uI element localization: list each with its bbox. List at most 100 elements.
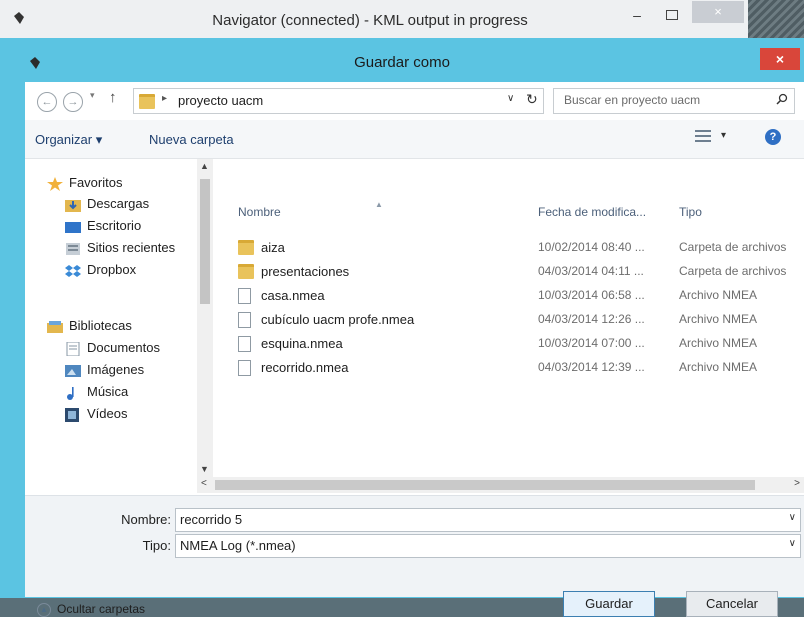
dialog-close-button[interactable]: × xyxy=(760,48,800,70)
close-button[interactable]: × xyxy=(692,1,744,23)
nav-dropbox[interactable]: Dropbox xyxy=(65,262,136,278)
desktop-icon xyxy=(65,221,81,233)
new-folder-button[interactable]: Nueva carpeta xyxy=(149,132,234,147)
nav-music[interactable]: Música xyxy=(65,384,128,400)
command-toolbar: Organizar ▾ Nueva carpeta ▾ ? xyxy=(25,120,804,159)
forward-button[interactable]: → xyxy=(63,92,83,112)
folder-icon xyxy=(238,264,254,279)
file-date: 10/03/2014 06:58 ... xyxy=(538,288,645,302)
file-date: 04/03/2014 12:26 ... xyxy=(538,312,645,326)
column-header-date[interactable]: Fecha de modifica... xyxy=(538,205,646,219)
up-one-level-button[interactable]: ↑ xyxy=(109,89,117,106)
file-type: Carpeta de archivos xyxy=(679,240,787,254)
documents-icon xyxy=(66,341,80,356)
nav-libraries[interactable]: Bibliotecas xyxy=(47,318,132,334)
file-date: 04/03/2014 04:11 ... xyxy=(538,264,644,278)
cancel-button[interactable]: Cancelar xyxy=(686,591,778,617)
file-row[interactable]: aiza 10/02/2014 08:40 ... Carpeta de arc… xyxy=(238,237,804,260)
dropbox-icon xyxy=(65,264,81,277)
dialog-titlebar: Guardar como × xyxy=(0,42,804,82)
filename-value: recorrido 5 xyxy=(180,512,243,527)
file-date: 10/03/2014 07:00 ... xyxy=(538,336,645,350)
save-as-dialog: Guardar como × ← → ▾ ↑ ▸ proyecto uacm ∨… xyxy=(0,38,804,617)
search-icon[interactable] xyxy=(776,93,788,105)
nav-recent-places[interactable]: Sitios recientes xyxy=(65,240,175,256)
address-row: ← → ▾ ↑ ▸ proyecto uacm ∨ ↻ Buscar en pr… xyxy=(25,82,804,120)
nav-documents[interactable]: Documentos xyxy=(65,340,160,356)
column-header-name[interactable]: Nombre xyxy=(238,205,281,219)
minimize-button[interactable]: – xyxy=(625,6,649,24)
filetype-value: NMEA Log (*.nmea) xyxy=(180,538,296,553)
document-icon xyxy=(238,288,251,304)
file-date: 10/02/2014 08:40 ... xyxy=(538,240,645,254)
file-type: Carpeta de archivos xyxy=(679,264,787,278)
filetype-label: Tipo: xyxy=(142,538,171,553)
search-input[interactable]: Buscar en proyecto uacm xyxy=(553,88,795,114)
folder-icon xyxy=(139,94,155,109)
nav-desktop-label: Escritorio xyxy=(87,218,142,233)
file-type: Archivo NMEA xyxy=(679,288,758,302)
scroll-down-icon[interactable]: ▼ xyxy=(200,464,209,474)
chevron-down-icon[interactable]: ∨ xyxy=(789,538,796,549)
nav-videos[interactable]: Vídeos xyxy=(65,406,127,422)
nav-pictures-label: Imágenes xyxy=(87,362,145,377)
nav-recent-places-label: Sitios recientes xyxy=(87,240,176,255)
pictures-icon xyxy=(65,364,81,377)
breadcrumb-separator: ▸ xyxy=(162,93,168,104)
nav-libraries-label: Bibliotecas xyxy=(69,318,132,333)
recent-places-icon xyxy=(66,242,80,255)
address-bar[interactable]: ▸ proyecto uacm ∨ ↻ xyxy=(133,88,544,114)
file-name: presentaciones xyxy=(261,264,350,279)
downloads-folder-icon xyxy=(65,199,81,212)
document-icon xyxy=(238,360,251,376)
file-name: esquina.nmea xyxy=(261,336,343,351)
nav-videos-label: Vídeos xyxy=(87,406,128,421)
file-type: Archivo NMEA xyxy=(679,312,758,326)
file-row[interactable]: presentaciones 04/03/2014 04:11 ... Carp… xyxy=(238,261,804,284)
file-row[interactable]: esquina.nmea 10/03/2014 07:00 ... Archiv… xyxy=(238,333,804,356)
document-icon xyxy=(238,312,251,328)
nav-dropbox-label: Dropbox xyxy=(87,262,137,277)
back-button[interactable]: ← xyxy=(37,92,57,112)
nav-pane-scrollbar[interactable]: ▲ ▼ xyxy=(197,159,213,484)
scroll-left-icon[interactable]: < xyxy=(201,478,207,489)
recent-locations-dropdown[interactable]: ▾ xyxy=(90,90,95,101)
breadcrumb-current[interactable]: proyecto uacm xyxy=(178,93,263,108)
filetype-select[interactable]: NMEA Log (*.nmea) ∨ xyxy=(175,534,801,558)
scroll-up-icon[interactable]: ▲ xyxy=(200,161,209,171)
hide-folders-button[interactable]: ▲ Ocultar carpetas xyxy=(37,602,145,617)
file-date: 04/03/2014 12:39 ... xyxy=(538,360,645,374)
file-row[interactable]: cubículo uacm profe.nmea 04/03/2014 12:2… xyxy=(238,309,804,332)
star-icon xyxy=(47,176,63,191)
nav-desktop[interactable]: Escritorio xyxy=(65,218,141,234)
scrollbar-thumb[interactable] xyxy=(200,179,210,304)
dialog-body: ← → ▾ ↑ ▸ proyecto uacm ∨ ↻ Buscar en pr… xyxy=(25,82,804,617)
collapse-arrow-icon: ▲ xyxy=(37,602,51,617)
file-name: cubículo uacm profe.nmea xyxy=(261,312,415,327)
view-dropdown[interactable]: ▾ xyxy=(721,130,726,141)
search-placeholder: Buscar en proyecto uacm xyxy=(564,93,701,107)
save-button[interactable]: Guardar xyxy=(563,591,655,617)
filename-input[interactable]: recorrido 5 ∨ xyxy=(175,508,801,532)
scroll-right-icon[interactable]: > xyxy=(794,478,800,489)
chevron-down-icon[interactable]: ∨ xyxy=(507,93,514,104)
videos-icon xyxy=(65,407,79,422)
nav-pictures[interactable]: Imágenes xyxy=(65,362,144,378)
maximize-button[interactable] xyxy=(660,6,684,24)
folder-icon xyxy=(238,240,254,255)
help-icon[interactable]: ? xyxy=(765,129,781,145)
save-form: Nombre: recorrido 5 ∨ Tipo: NMEA Log (*.… xyxy=(25,495,804,617)
nav-downloads[interactable]: Descargas xyxy=(65,196,149,212)
scrollbar-thumb[interactable] xyxy=(215,480,755,490)
file-row[interactable]: recorrido.nmea 04/03/2014 12:39 ... Arch… xyxy=(238,357,804,380)
refresh-icon[interactable]: ↻ xyxy=(526,91,538,108)
column-header-type[interactable]: Tipo xyxy=(679,205,702,219)
background-window-edge xyxy=(748,0,804,40)
chevron-down-icon[interactable]: ∨ xyxy=(789,512,796,523)
organize-menu[interactable]: Organizar ▾ xyxy=(35,132,102,148)
file-list-hscrollbar[interactable]: < > xyxy=(197,477,804,493)
nav-favorites[interactable]: Favoritos xyxy=(47,175,122,191)
file-row[interactable]: casa.nmea 10/03/2014 06:58 ... Archivo N… xyxy=(238,285,804,308)
navigator-window-titlebar: Navigator (connected) - KML output in pr… xyxy=(0,0,760,41)
view-options-icon[interactable] xyxy=(695,130,711,144)
